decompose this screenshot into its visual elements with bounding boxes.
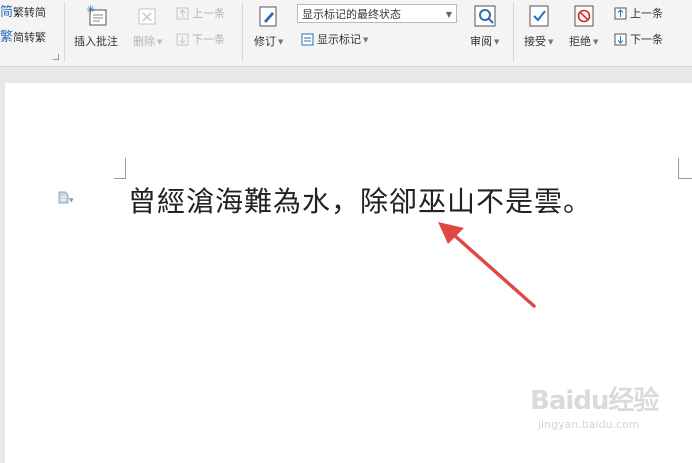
margin-corner-mark: [678, 158, 692, 179]
review-pane-button[interactable]: 审阅 ▼: [470, 35, 499, 49]
reject-icon: [574, 5, 594, 27]
next-arrow-icon: [176, 33, 189, 46]
chevron-down-icon: ▼: [363, 36, 369, 44]
delete-label: 删除: [133, 35, 155, 48]
track-changes-label: 修订: [254, 35, 276, 48]
accept-label: 接受: [524, 35, 546, 48]
insert-comment-button[interactable]: 插入批注: [74, 35, 118, 49]
prev-arrow-icon: [614, 7, 627, 20]
jian-glyph-icon: 简: [0, 5, 14, 20]
prev-change-label: 上一条: [630, 7, 663, 20]
delete-comment-button[interactable]: 删除 ▼: [133, 35, 162, 49]
next-change-label: 下一条: [630, 33, 663, 46]
trad-to-simp-label: 繁转简: [13, 6, 47, 19]
next-arrow-icon: [614, 33, 627, 46]
next-comment-button[interactable]: 下一条: [176, 33, 225, 47]
show-markup-button[interactable]: 显示标记 ▼: [301, 33, 368, 47]
accept-check-icon: [529, 5, 549, 27]
chevron-down-icon: ▼: [157, 38, 163, 46]
show-markup-icon: [301, 33, 314, 46]
baidu-jingyan-watermark: Baidu经验 jingyan.baidu.com: [530, 380, 659, 431]
chevron-down-icon: ▼: [494, 38, 500, 46]
group-dialog-launcher[interactable]: [53, 54, 59, 60]
review-ribbon: 简繁转简 繁简转繁 ✳ 插入批注 删除 ▼ 上一条 下一条 修订 ▼ 显示标记的最终…: [0, 0, 692, 67]
chevron-down-icon: ▼: [445, 10, 452, 19]
simp-to-trad-label: 简转繁: [13, 31, 47, 44]
margin-corner-mark: [114, 158, 126, 179]
chevron-down-icon: ▼: [69, 197, 74, 204]
red-arrow-annotation: [438, 222, 536, 308]
next-comment-label: 下一条: [192, 33, 225, 46]
simp-to-trad-button[interactable]: 繁简转繁: [0, 31, 46, 45]
chevron-down-icon: ▼: [278, 38, 284, 46]
divider: [64, 2, 65, 62]
watermark-url: jingyan.baidu.com: [538, 418, 640, 431]
prev-arrow-icon: [176, 7, 189, 20]
prev-comment-label: 上一条: [192, 7, 225, 20]
chevron-down-icon: ▼: [548, 38, 554, 46]
review-pane-icon: [474, 5, 496, 27]
svg-text:✳: ✳: [86, 4, 95, 16]
next-change-button[interactable]: 下一条: [614, 33, 663, 47]
reject-button[interactable]: 拒绝 ▼: [569, 35, 598, 49]
delete-comment-icon: [138, 8, 156, 25]
divider: [242, 2, 243, 62]
track-changes-icon: [259, 6, 277, 27]
chevron-down-icon: ▼: [593, 38, 599, 46]
trad-to-simp-button[interactable]: 简繁转简: [0, 6, 46, 20]
markup-display-select[interactable]: 显示标记的最终状态 ▼: [297, 4, 457, 23]
document-icon: [58, 191, 69, 204]
prev-change-button[interactable]: 上一条: [614, 7, 663, 21]
paragraph-handle[interactable]: ▼: [58, 191, 74, 205]
divider: [513, 2, 514, 62]
watermark-logo-text: Baidu经验: [530, 386, 659, 416]
review-label: 审阅: [470, 35, 492, 48]
prev-comment-button[interactable]: 上一条: [176, 7, 225, 21]
accept-button[interactable]: 接受 ▼: [524, 35, 553, 49]
show-markup-label: 显示标记: [317, 33, 361, 46]
track-changes-button[interactable]: 修订 ▼: [254, 35, 283, 49]
reject-label: 拒绝: [569, 35, 591, 48]
document-body-text[interactable]: 曾經滄海難為水，除卻巫山不是雲。: [128, 180, 592, 220]
markup-display-value: 显示标记的最终状态: [302, 8, 401, 21]
fan-glyph-icon: 繁: [0, 30, 14, 45]
insert-comment-icon: ✳: [86, 4, 107, 26]
